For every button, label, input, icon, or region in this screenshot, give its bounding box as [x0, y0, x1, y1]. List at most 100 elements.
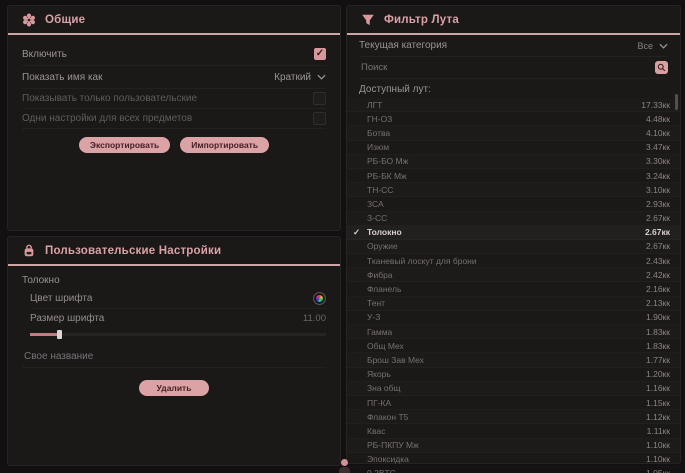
custom-settings-panel: Пользовательские Настройки Толокно Цвет … [7, 236, 341, 466]
same-settings-row: Одни настройки для всех предметов [22, 109, 326, 129]
font-size-value: 11.00 [303, 313, 326, 324]
loot-item-row[interactable]: Ботва 4.10кк [347, 126, 680, 140]
loot-item-value: 1.20кк [646, 369, 670, 379]
general-panel-title: Общие [45, 14, 85, 26]
show-name-dropdown[interactable]: Краткий [274, 72, 326, 83]
search-icon[interactable] [655, 61, 668, 74]
loot-item-name: 0.2BTC [367, 468, 396, 473]
font-size-row: Размер шрифта 11.00 [30, 309, 326, 327]
loot-item-name: ПГ-КА [367, 398, 391, 408]
same-settings-checkbox[interactable] [313, 112, 326, 125]
loot-item-value: 1.12кк [646, 412, 670, 422]
loot-item-name: Ботва [367, 128, 390, 138]
loot-item-row[interactable]: Изюм 3.47кк [347, 141, 680, 155]
loot-item-value: 1.83кк [646, 341, 670, 351]
custom-panel-title: Пользовательские Настройки [45, 245, 221, 257]
category-row: Текущая категория Все [359, 35, 668, 57]
loot-item-row[interactable]: ЛГТ 17.33кк [347, 98, 680, 112]
loot-item-row[interactable]: 0.2BTC 1.05кк [347, 467, 680, 473]
custom-name-input[interactable] [22, 350, 326, 363]
loot-item-name: ЗСА [367, 199, 384, 209]
loot-item-name: Квас [367, 426, 385, 436]
loot-item-row[interactable]: У-З 1.90кк [347, 311, 680, 325]
show-name-row: Показать имя как Краткий [22, 66, 326, 89]
loot-item-name: ГН-ОЗ [367, 114, 392, 124]
custom-name-row [22, 345, 326, 368]
loot-item-value: 2.67кк [646, 241, 670, 251]
font-color-label: Цвет шрифта [30, 293, 92, 304]
only-custom-label: Показывать только пользовательские [22, 93, 197, 104]
show-name-label: Показать имя как [22, 72, 102, 83]
slider-thumb[interactable] [57, 330, 62, 339]
enable-label: Включить [22, 49, 67, 60]
slider-track [30, 333, 326, 336]
loot-panel-header: Фильтр Лута [347, 6, 680, 35]
loot-item-row[interactable]: Квас 1.11кк [347, 424, 680, 438]
loot-item-row[interactable]: Гамма 1.83кк [347, 325, 680, 339]
loot-item-row[interactable]: Тент 2.13кк [347, 297, 680, 311]
loot-item-value: 2.13кк [646, 298, 670, 308]
enable-row: Включить ✓ [22, 43, 326, 66]
loot-item-row[interactable]: Тканевый лоскут для брони 2.43кк [347, 254, 680, 268]
enable-checkbox[interactable]: ✓ [314, 48, 326, 60]
loot-item-value: 1.05кк [646, 468, 670, 473]
loot-item-name: У-З [367, 312, 380, 322]
font-size-slider[interactable] [30, 330, 326, 339]
search-row [359, 57, 668, 79]
loot-item-name: Толокно [367, 227, 402, 237]
loot-item-row[interactable]: ПГ-КА 1.15кк [347, 396, 680, 410]
loot-item-row[interactable]: Зна общ 1.16кк [347, 382, 680, 396]
category-dropdown[interactable]: Все [637, 41, 668, 51]
flower-gear-icon [22, 13, 36, 27]
loot-item-value: 3.30кк [646, 156, 670, 166]
loot-item-value: 1.77кк [646, 355, 670, 365]
loot-item-value: 2.16кк [646, 284, 670, 294]
loot-item-row[interactable]: Оружие 2.67кк [347, 240, 680, 254]
funnel-icon [361, 13, 375, 27]
loot-item-name: Эпоксидка [367, 454, 409, 464]
loot-item-value: 4.48кк [646, 114, 670, 124]
loot-item-name: ЛГТ [367, 100, 382, 110]
loot-item-row[interactable]: РБ-ПКПУ Мж 1.10кк [347, 439, 680, 453]
loot-item-value: 1.10кк [646, 440, 670, 450]
loot-item-value: 1.90кк [646, 312, 670, 322]
loot-item-name: ТН-СС [367, 185, 393, 195]
bottom-center-icon[interactable] [339, 459, 350, 473]
loot-item-row[interactable]: ТН-СС 3.10кк [347, 183, 680, 197]
loot-item-name: Общ Мех [367, 341, 404, 351]
loot-item-value: 17.33кк [641, 100, 670, 110]
delete-button[interactable]: Удалить [139, 380, 210, 396]
loot-item-row[interactable]: ✓Толокно 2.67кк [347, 226, 680, 240]
loot-item-name: Тент [367, 298, 385, 308]
font-size-label: Размер шрифта [30, 313, 104, 324]
scrollbar-thumb[interactable] [675, 94, 678, 110]
loot-item-value: 1.16кк [646, 383, 670, 393]
slider-fill [30, 333, 57, 336]
loot-item-value: 4.10кк [646, 128, 670, 138]
loot-item-row[interactable]: Брош Зав Мех 1.77кк [347, 353, 680, 367]
loot-filter-panel: Фильтр Лута Текущая категория Все Доступ… [346, 5, 681, 464]
loot-item-row[interactable]: Флакон Т5 1.12кк [347, 410, 680, 424]
import-button[interactable]: Импортировать [180, 137, 269, 153]
selected-check-icon: ✓ [353, 227, 367, 238]
loot-item-row[interactable]: РБ-БО Мж 3.30кк [347, 155, 680, 169]
export-button[interactable]: Экспортировать [79, 137, 170, 153]
loot-item-name: РБ-БК Мж [367, 171, 407, 181]
loot-item-row[interactable]: Фибра 2.42кк [347, 268, 680, 282]
loot-item-row[interactable]: Фланель 2.16кк [347, 282, 680, 296]
loot-list: ЛГТ 17.33кк ГН-ОЗ 4.48кк Ботва 4.10кк Из… [347, 98, 680, 473]
loot-item-row[interactable]: ГН-ОЗ 4.48кк [347, 112, 680, 126]
loot-item-name: Фланель [367, 284, 401, 294]
loot-item-value: 2.43кк [646, 256, 670, 266]
loot-item-row[interactable]: Общ Мех 1.83кк [347, 339, 680, 353]
loot-item-name: РБ-БО Мж [367, 156, 408, 166]
loot-item-row[interactable]: РБ-БК Мж 3.24кк [347, 169, 680, 183]
only-custom-checkbox[interactable] [313, 92, 326, 105]
loot-item-row[interactable]: ЗСА 2.93кк [347, 197, 680, 211]
loot-item-row[interactable]: З-СС 2.67кк [347, 212, 680, 226]
search-input[interactable] [359, 61, 643, 74]
loot-item-row[interactable]: Якорь 1.20кк [347, 368, 680, 382]
loot-item-row[interactable]: Эпоксидка 1.10кк [347, 453, 680, 467]
color-wheel-icon[interactable] [313, 292, 326, 305]
custom-panel-header: Пользовательские Настройки [8, 237, 340, 266]
